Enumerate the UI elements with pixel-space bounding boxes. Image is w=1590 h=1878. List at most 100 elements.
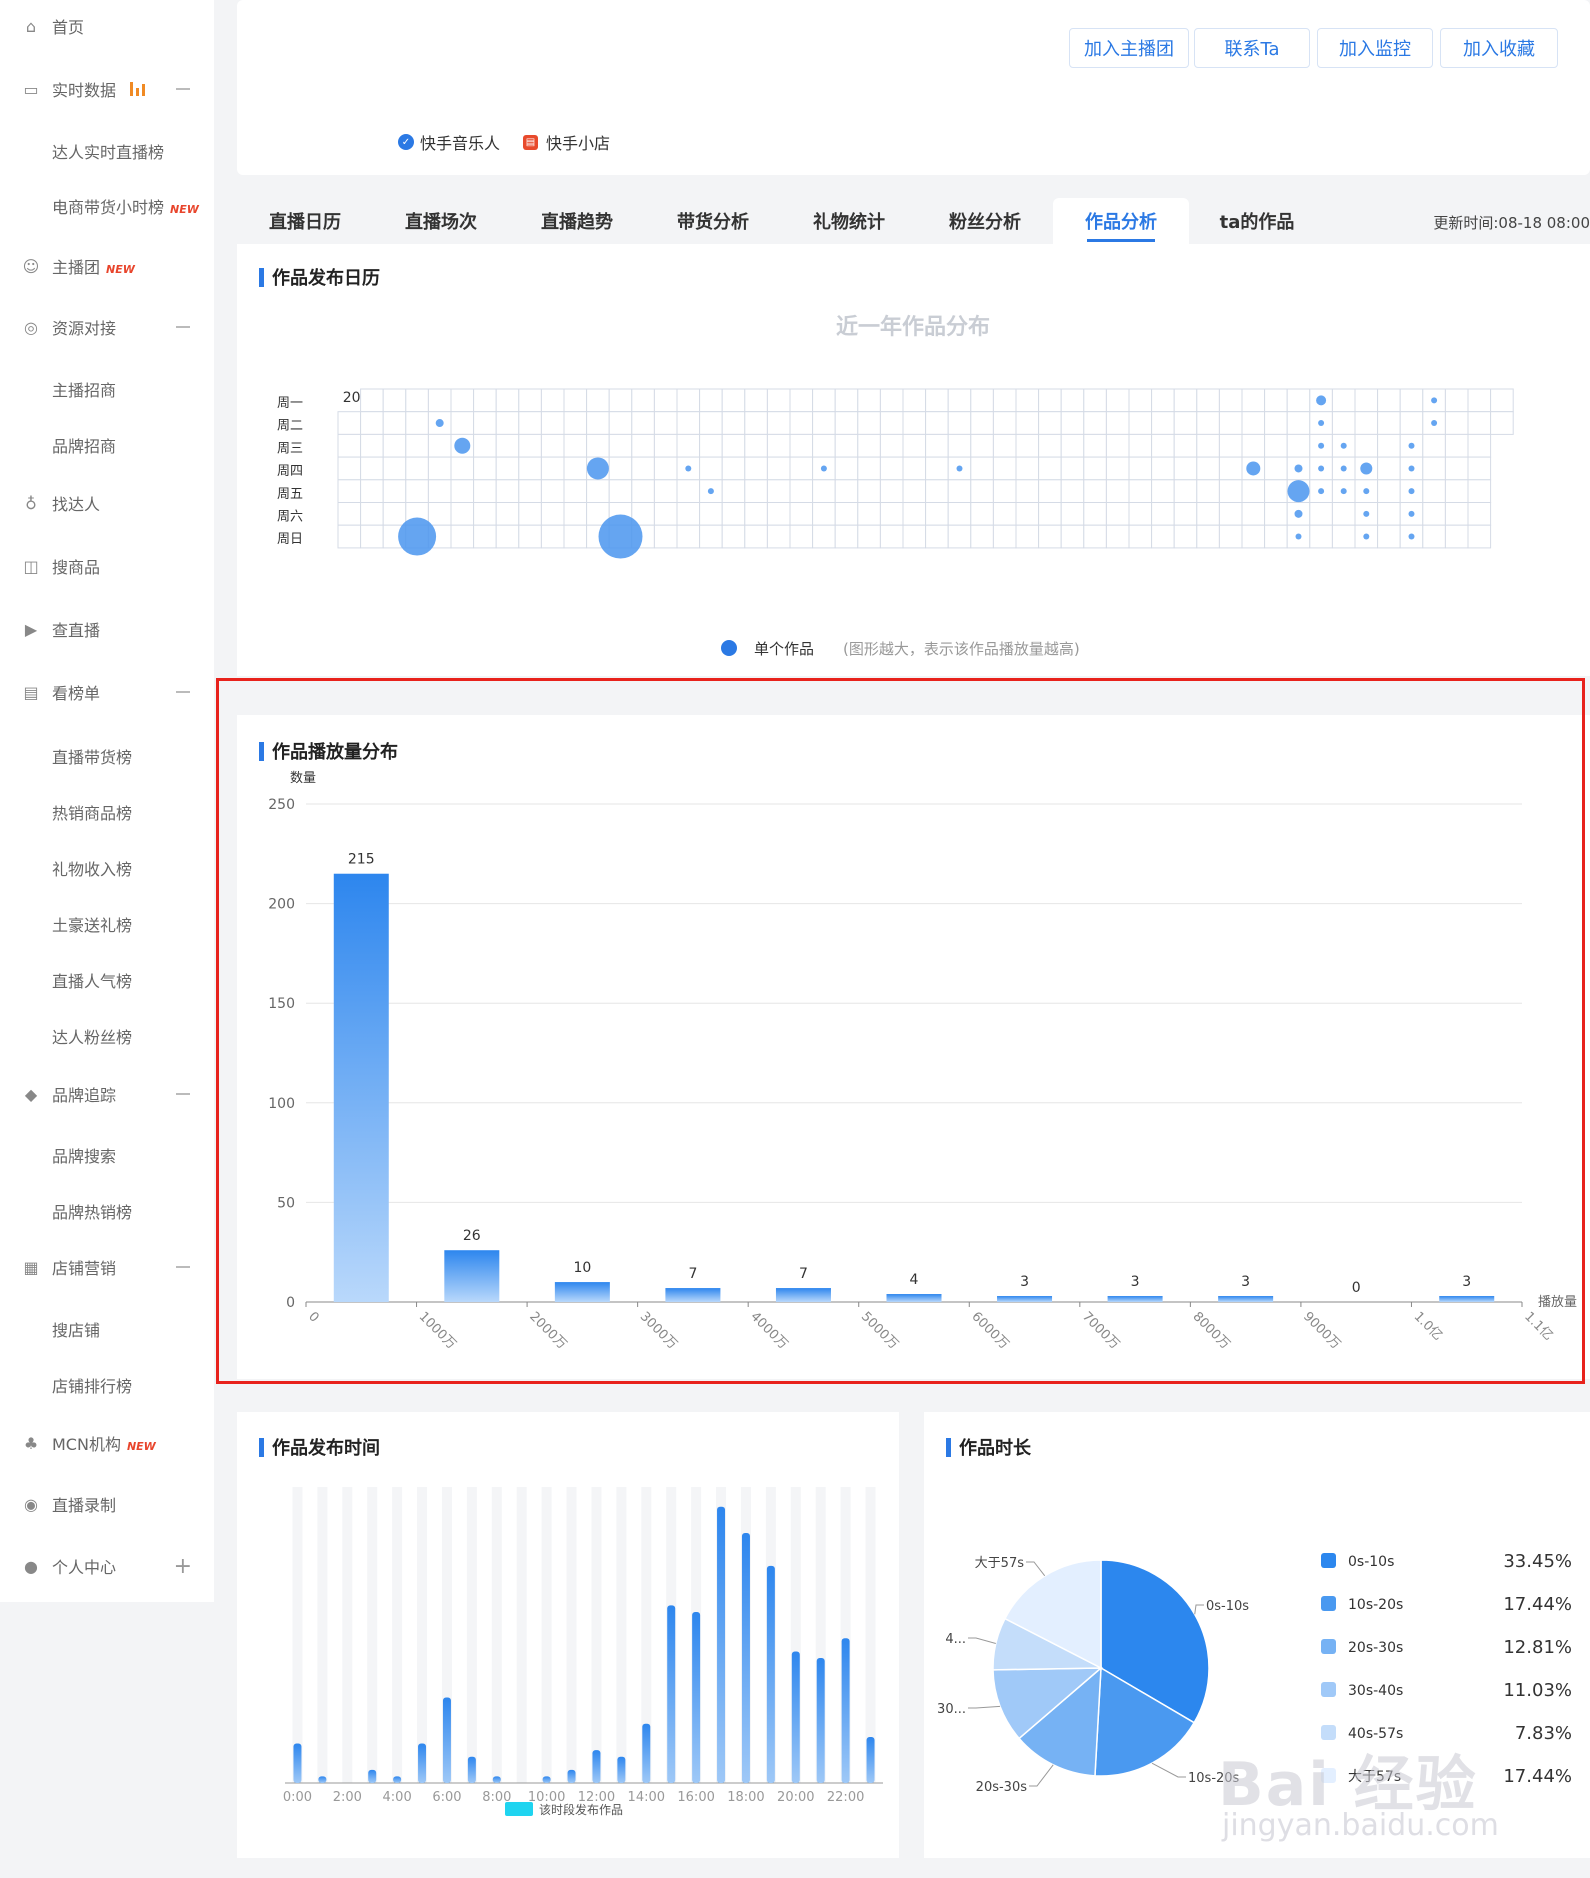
tab-6[interactable]: 作品分析: [1053, 198, 1189, 244]
sidebar-item-label: 主播团 NEW: [52, 254, 135, 278]
collapse-icon[interactable]: [176, 326, 190, 328]
sidebar-item-23[interactable]: 店铺排行榜: [0, 1365, 214, 1405]
tab-1[interactable]: 直播场次: [373, 198, 509, 244]
sidebar-item-label: 品牌追踪: [52, 1086, 117, 1105]
calendar-cell: [947, 524, 972, 549]
calendar-cell: [540, 388, 565, 413]
join-anchor-group-button[interactable]: 加入主播团: [1069, 28, 1189, 68]
sidebar-item-18[interactable]: ◆ 品牌追踪: [0, 1074, 214, 1114]
tab-5[interactable]: 粉丝分析: [917, 198, 1053, 244]
sidebar-item-label: 礼物收入榜: [52, 860, 133, 879]
tab-7[interactable]: ta的作品: [1189, 198, 1325, 244]
calendar-cell: [1422, 456, 1446, 481]
pie-legend-swatch: [1321, 1639, 1336, 1654]
calendar-cell: [540, 411, 565, 435]
hour-bar: [741, 1533, 750, 1783]
calendar-cell: [473, 433, 497, 458]
contact-button[interactable]: 联系Ta: [1194, 28, 1310, 68]
calendar-cell: [834, 502, 859, 526]
calendar-cell: [1105, 456, 1130, 481]
calendar-cell: [834, 411, 859, 435]
collapse-icon[interactable]: [176, 1093, 190, 1095]
sidebar-item-2[interactable]: 达人实时直播榜: [0, 131, 214, 171]
calendar-cell: [382, 433, 407, 458]
sidebar-item-8[interactable]: ♁ 找达人: [0, 483, 214, 523]
calendar-cell: [1015, 388, 1040, 413]
sidebar-item-16[interactable]: 直播人气榜: [0, 960, 214, 1000]
calendar-cell: [744, 456, 768, 481]
calendar-cell: [1399, 388, 1424, 413]
hour-bar: [542, 1776, 551, 1783]
sidebar-item-13[interactable]: 热销商品榜: [0, 792, 214, 832]
sidebar-item-20[interactable]: 品牌热销榜: [0, 1191, 214, 1231]
calendar-cell: [1241, 524, 1266, 549]
sidebar-item-label: 看榜单: [52, 684, 101, 703]
tab-0[interactable]: 直播日历: [237, 198, 373, 244]
calendar-cell: [812, 433, 836, 458]
calendar-cell: [1309, 502, 1333, 526]
sidebar-item-1[interactable]: ▭ 实时数据: [0, 69, 214, 109]
calendar-cell: [721, 456, 746, 481]
calendar-cell: [947, 388, 972, 413]
calendar-cell: [1128, 502, 1153, 526]
sidebar-item-12[interactable]: 直播带货榜: [0, 736, 214, 776]
group-icon: ☺: [22, 256, 40, 276]
calendar-cell: [1173, 388, 1198, 413]
sidebar-item-26[interactable]: ● 个人中心 +: [0, 1546, 214, 1586]
calendar-cell: [1264, 524, 1288, 549]
sidebar-item-9[interactable]: ◫ 搜商品: [0, 546, 214, 586]
bag-icon: ◫: [23, 556, 39, 576]
tab-3[interactable]: 带货分析: [645, 198, 781, 244]
sidebar-item-label: 品牌热销榜: [52, 1203, 133, 1222]
sidebar-item-19[interactable]: 品牌搜索: [0, 1135, 214, 1175]
calendar-cell: [1060, 524, 1085, 549]
tab-2[interactable]: 直播趋势: [509, 198, 645, 244]
sidebar-item-24[interactable]: ♣ MCN机构 NEW: [0, 1423, 214, 1463]
calendar-cell: [1218, 524, 1243, 549]
calendar-cell: [540, 479, 565, 504]
calendar-cell: [1218, 411, 1243, 435]
calendar-cell: [789, 524, 814, 549]
sidebar-item-15[interactable]: 土豪送礼榜: [0, 904, 214, 944]
calendar-cell: [1015, 479, 1040, 504]
calendar-cell: [992, 433, 1017, 458]
hour-bg-bar: [491, 1487, 502, 1783]
calendar-cell: [970, 433, 994, 458]
sidebar-item-21[interactable]: ▦ 店铺营销: [0, 1247, 214, 1287]
calendar-cell: [1444, 456, 1469, 481]
sidebar-item-6[interactable]: 主播招商: [0, 369, 214, 409]
sidebar-item-7[interactable]: 品牌招商: [0, 425, 214, 465]
work-dot: [1408, 533, 1415, 540]
collapse-icon[interactable]: [176, 1266, 190, 1268]
sidebar-item-14[interactable]: 礼物收入榜: [0, 848, 214, 888]
sidebar-item-10[interactable]: ▶ 查直播: [0, 609, 214, 649]
collapse-icon[interactable]: [176, 691, 190, 693]
hour-bg-bar: [541, 1487, 552, 1783]
calendar-cell: [1377, 456, 1401, 481]
sidebar-item-3[interactable]: 电商带货小时榜 NEW: [0, 186, 214, 226]
add-monitor-button[interactable]: 加入监控: [1317, 28, 1433, 68]
calendar-cell: [879, 388, 904, 413]
sidebar-item-4[interactable]: ☺ 主播团 NEW: [0, 246, 214, 286]
calendar-cell: [427, 479, 452, 504]
calendar-cell: [1015, 502, 1040, 526]
sidebar-item-22[interactable]: 搜店铺: [0, 1309, 214, 1349]
sidebar-item-11[interactable]: ▤ 看榜单: [0, 672, 214, 712]
expand-icon[interactable]: +: [174, 1554, 192, 1579]
calendar-cell: [857, 411, 881, 435]
sidebar-item-5[interactable]: ◎ 资源对接: [0, 307, 214, 347]
sidebar-item-0[interactable]: ⌂ 首页: [0, 6, 214, 46]
work-dot: [1316, 395, 1327, 406]
calendar-cell: [653, 388, 678, 413]
sidebar-item-25[interactable]: ◉ 直播录制: [0, 1484, 214, 1524]
add-favorite-button[interactable]: 加入收藏: [1440, 28, 1558, 68]
tab-4[interactable]: 礼物统计: [781, 198, 917, 244]
calendar-cell: [1354, 433, 1379, 458]
hour-tick: 22:00: [827, 1790, 864, 1805]
sidebar-item-17[interactable]: 达人粉丝榜: [0, 1016, 214, 1056]
store-icon: ▦: [23, 1257, 39, 1277]
collapse-icon[interactable]: [176, 88, 190, 90]
pie-legend-swatch: [1321, 1596, 1336, 1611]
sidebar-item-label: 直播人气榜: [52, 972, 133, 991]
calendar-cell: [744, 411, 768, 435]
